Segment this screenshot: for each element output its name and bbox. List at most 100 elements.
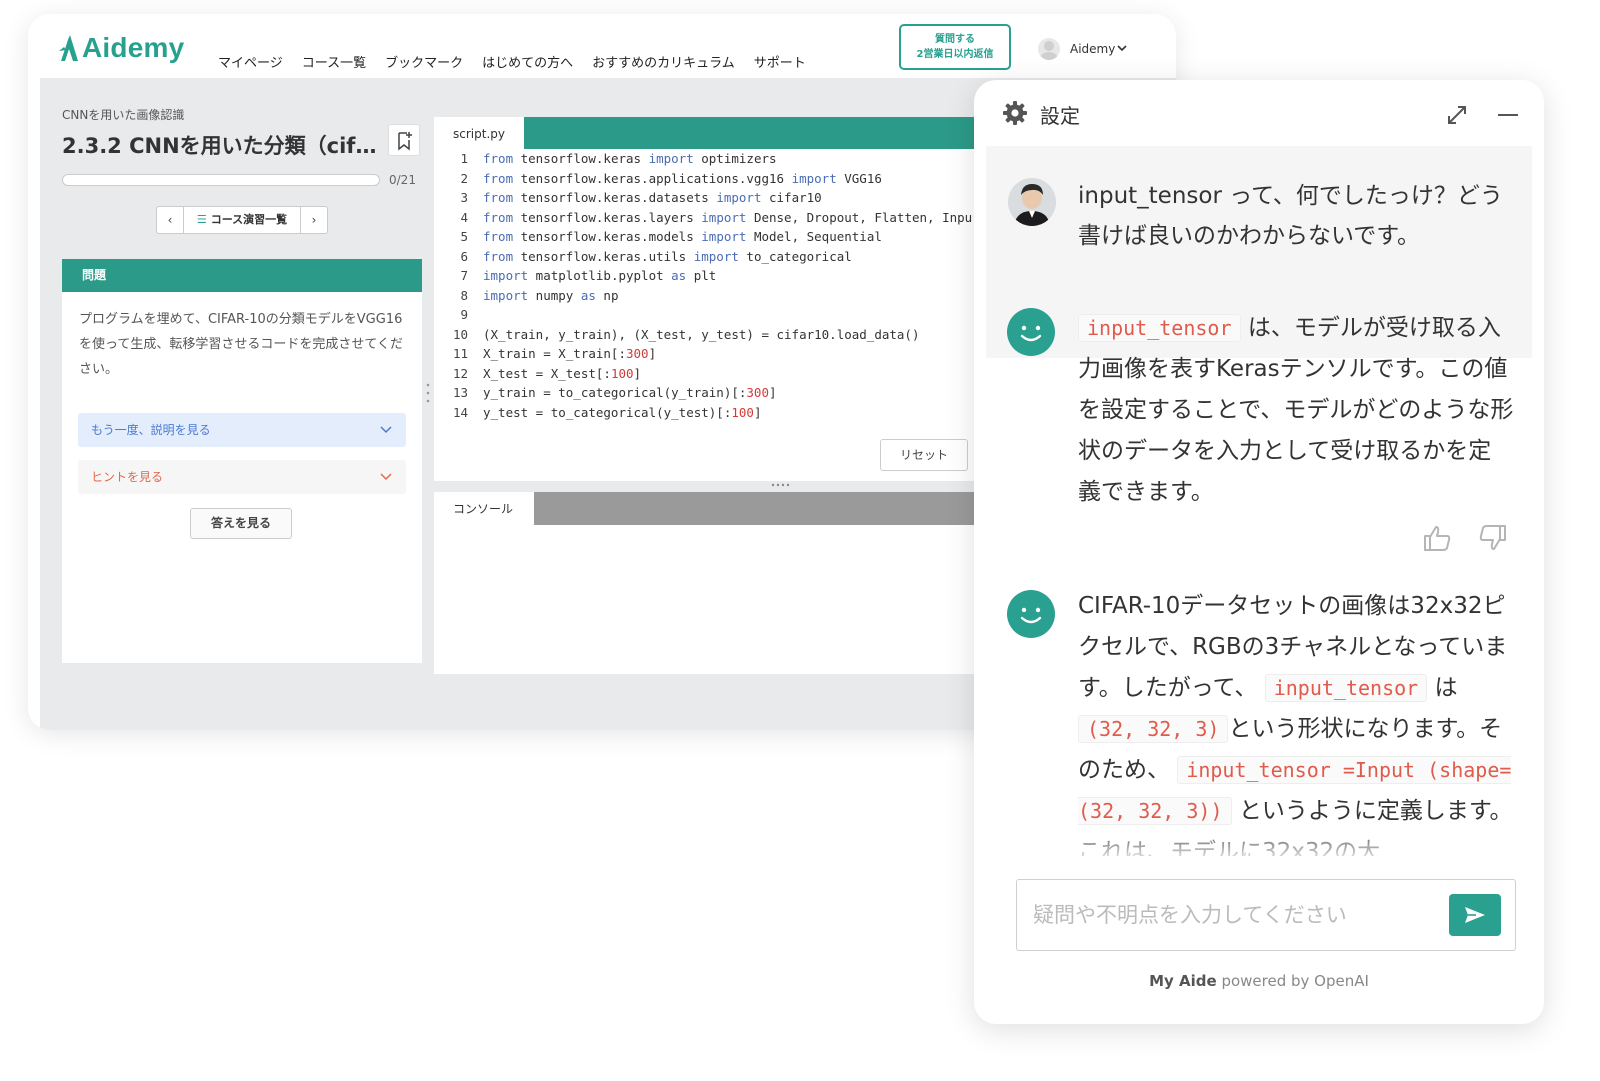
progress-label: 0/21 (389, 173, 416, 187)
code-token: np (595, 287, 619, 303)
code-token: as (671, 268, 687, 283)
breadcrumb[interactable]: CNNを用いた画像認識 (62, 106, 184, 123)
code-token: tensorflow.keras (513, 151, 649, 166)
list-icon: ☰ (196, 213, 207, 226)
line-number: 13 (452, 385, 468, 400)
assistant-avatar-icon (1007, 590, 1055, 638)
assistant-message-text: は (1434, 675, 1458, 701)
exercise-list-button[interactable]: ☰ コース演習一覧 (184, 207, 300, 233)
chevron-down-icon[interactable] (1116, 42, 1128, 54)
code-token: optimizers (693, 151, 777, 166)
message-fade-overlay (974, 824, 1544, 864)
aidemy-logo-text: Aidemy (82, 32, 185, 63)
nav-support[interactable]: サポート (754, 52, 806, 71)
code-token: import (483, 268, 529, 283)
code-token: import (716, 190, 762, 205)
code-token: 300 (626, 346, 649, 361)
nav-bookmarks[interactable]: ブックマーク (385, 52, 463, 71)
ask-button-sublabel: 2営業日以内返信 (916, 49, 994, 60)
line-number: 9 (460, 307, 468, 322)
user-message-text: input_tensor って、何でしたっけ？どう書けば良いのかわからないです。 (1078, 183, 1503, 249)
expand-icon[interactable] (1446, 104, 1468, 126)
assistant-message-2: CIFAR-10データセットの画像は32x32ピクセルで、RGBの3チャネルとな… (1078, 586, 1514, 856)
code-token: Dense, Dropout, Flatten, Inpu (746, 209, 973, 225)
show-explanation-label: もう一度、説明を見る (91, 423, 211, 437)
code-token: from (483, 170, 514, 186)
code-token: tensorflow.keras.utils (513, 248, 694, 264)
gear-icon[interactable] (1002, 100, 1028, 126)
code-token: 100 (731, 404, 754, 420)
line-number: 12 (452, 365, 468, 381)
user-menu[interactable]: Aidemy (1038, 38, 1115, 60)
code-token: tensorflow.keras.layers (513, 209, 702, 225)
show-explanation-toggle[interactable]: もう一度、説明を見る (78, 413, 406, 447)
exercise-navigator: ‹ ☰ コース演習一覧 › (156, 206, 328, 234)
progress-bar (62, 174, 380, 186)
line-number: 3 (460, 190, 468, 205)
code-token: matplotlib.pyplot (528, 268, 672, 283)
aidemy-logo[interactable]: Aidemy (58, 28, 184, 68)
code-token: ] (768, 385, 777, 400)
powered-text: powered by OpenAI (1221, 972, 1369, 990)
user-photo-icon (1008, 178, 1056, 226)
line-number: 10 (452, 326, 468, 342)
code-token: cifar10 (761, 190, 822, 205)
problem-description: プログラムを埋めて、CIFAR-10の分類モデルをVGG16を使って生成、転移学… (79, 312, 403, 377)
assistant-message-1: input_tensor は、モデルが受け取る入力画像を表すKerasテンソルで… (1078, 308, 1514, 513)
code-token: ] (753, 404, 762, 420)
chat-header: 設定 (974, 80, 1544, 146)
code-token: tensorflow.keras.datasets (513, 190, 717, 205)
tab-script-py[interactable]: script.py (434, 117, 524, 149)
previous-exercise-button[interactable]: ‹ (157, 207, 184, 233)
code-token: import (701, 229, 747, 244)
powered-brand: My Aide (1149, 972, 1217, 990)
send-button[interactable] (1449, 894, 1501, 936)
code-token: import (648, 151, 694, 166)
code-token: from (483, 229, 514, 244)
nav-getting-started[interactable]: はじめての方へ (482, 52, 573, 71)
nav-mypage[interactable]: マイページ (218, 52, 283, 71)
code-token: VGG16 (836, 170, 882, 186)
code-token: import (693, 248, 739, 264)
code-token: y_train = to_categorical(y_train)[: (483, 385, 747, 400)
next-exercise-button[interactable]: › (300, 207, 327, 233)
line-number: 5 (460, 229, 468, 244)
assistant-avatar-icon (1007, 308, 1055, 356)
code-token: import (701, 209, 747, 225)
editor-resize-handle[interactable] (771, 483, 791, 487)
code-token: plt (686, 268, 717, 283)
tab-console[interactable]: コンソール (434, 492, 534, 525)
code-token: import (791, 170, 837, 186)
show-hint-toggle[interactable]: ヒントを見る (78, 460, 406, 494)
line-number: 14 (452, 404, 468, 420)
nav-recommended-curriculum[interactable]: おすすめのカリキュラム (592, 52, 735, 71)
code-token: from (483, 151, 514, 166)
chat-title: 設定 (1040, 104, 1080, 128)
code-token: tensorflow.keras.applications.vgg16 (513, 170, 792, 186)
thumbs-down-icon[interactable] (1478, 524, 1508, 552)
ask-question-button[interactable]: 質問する 2営業日以内返信 (899, 24, 1011, 70)
code-token: ] (633, 365, 642, 381)
problem-card: 問題 プログラムを埋めて、CIFAR-10の分類モデルをVGG16を使って生成、… (62, 259, 422, 663)
nav-course-list[interactable]: コース一覧 (302, 52, 366, 71)
line-number: 2 (460, 170, 468, 186)
chat-input[interactable] (1031, 896, 1435, 934)
show-hint-label: ヒントを見る (91, 470, 164, 484)
thumbs-up-icon[interactable] (1422, 524, 1452, 552)
problem-header: 問題 (62, 259, 422, 292)
reset-button[interactable]: リセット (880, 439, 968, 471)
user-avatar (1008, 178, 1056, 226)
code-token: tensorflow.keras.models (513, 229, 702, 244)
panel-resize-handle[interactable] (426, 382, 430, 404)
bookmark-button[interactable] (388, 124, 420, 156)
send-icon (1465, 907, 1485, 923)
code-token: import (483, 287, 529, 303)
code-token: X_train = X_train[: (483, 346, 626, 361)
chat-panel: 設定 input_tensor って、何でしたっけ？どう書けば良いのかわからない… (974, 80, 1544, 1024)
code-token: (X_train, y_train), (X_test, y_test) = c… (483, 326, 920, 342)
code-token: X_test = X_test[: (483, 365, 611, 381)
ask-button-label: 質問する (935, 34, 975, 45)
show-answer-button[interactable]: 答えを見る (190, 508, 292, 539)
user-avatar-icon (1038, 38, 1060, 60)
minimize-icon[interactable] (1498, 114, 1518, 116)
